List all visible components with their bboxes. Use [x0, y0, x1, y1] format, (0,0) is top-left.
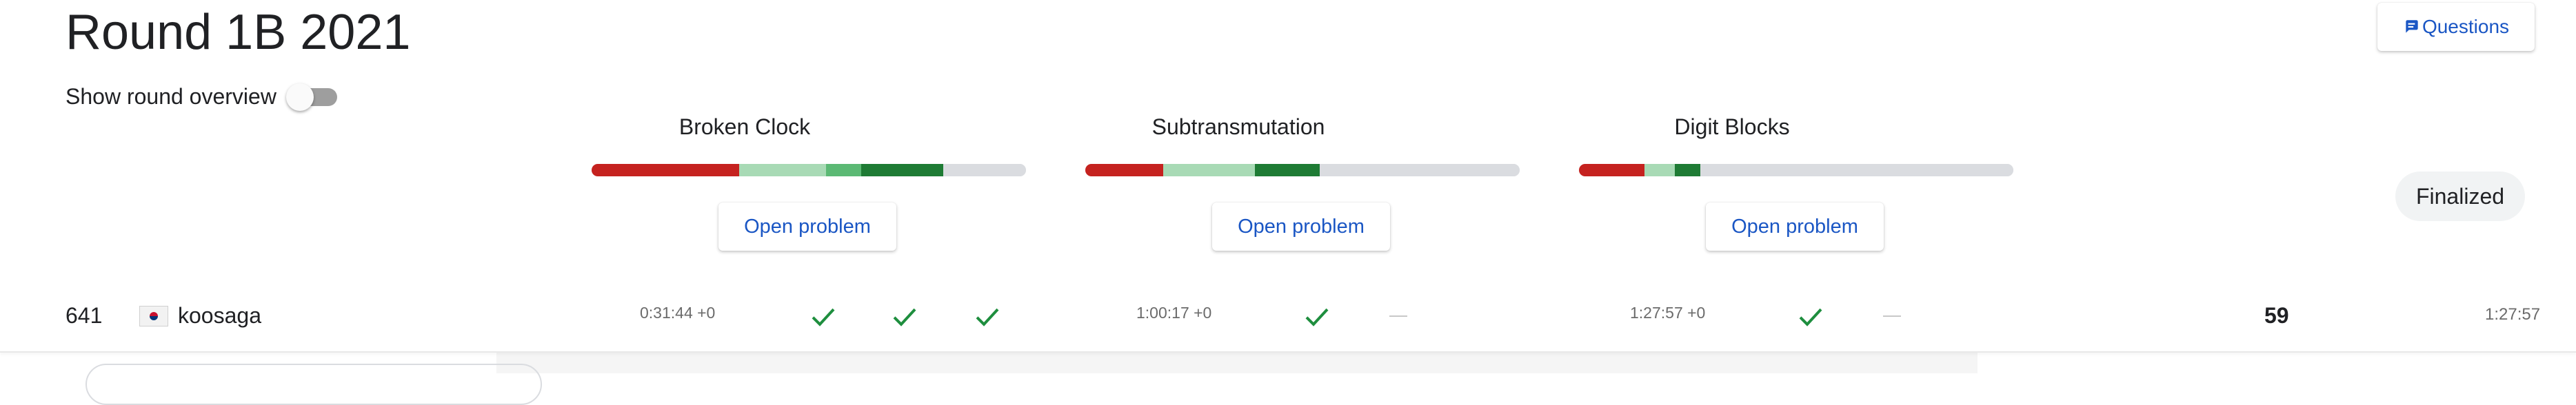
rank: 641 [66, 303, 103, 328]
stats-bar-segment [861, 164, 944, 176]
round-overview-label: Show round overview [66, 83, 276, 109]
stats-bar-segment [826, 164, 861, 176]
page-title: Round 1B 2021 [66, 5, 411, 60]
problem-solve-time: 1:00:17 +0 [1136, 304, 1212, 322]
round-overview-toggle-row: Show round overview [66, 81, 341, 112]
checkmark-icon [1799, 308, 1822, 326]
problem-solve-time: 1:27:57 +0 [1630, 304, 1706, 322]
checkmark-icon [812, 308, 835, 326]
stats-bar-segment [1674, 164, 1701, 176]
username[interactable]: koosaga [178, 303, 261, 329]
not-attempted-dash [1883, 315, 1901, 317]
status-badge: Finalized [2395, 172, 2525, 221]
checkmark-icon [1305, 308, 1329, 326]
checkmark-icon [893, 308, 916, 326]
problem-column: Broken Clock Open problem 0:31:44 +0 [496, 0, 1026, 373]
problem-stats-bar [1085, 164, 1520, 176]
stats-bar-segment [1085, 164, 1164, 176]
stats-bar-segment [1163, 164, 1255, 176]
stats-bar-segment [592, 164, 740, 176]
total-penalty-time: 1:27:57 [2485, 305, 2541, 324]
problem-name: Broken Clock [678, 114, 811, 139]
column-shade [496, 353, 990, 373]
south-korea-flag-icon [139, 306, 168, 326]
open-problem-button[interactable]: Open problem [718, 202, 896, 251]
round-overview-toggle[interactable] [285, 81, 341, 112]
column-shade [990, 353, 1484, 373]
row-divider [0, 351, 2576, 353]
toggle-thumb[interactable] [285, 83, 314, 111]
problem-column: Digit Blocks Open problem 1:27:57 +0 [1484, 0, 2013, 373]
problem-column: Subtransmutation Open problem 1:00:17 +0 [990, 0, 1520, 373]
search-input-outline[interactable] [85, 364, 542, 405]
open-problem-button[interactable]: Open problem [1212, 202, 1390, 251]
problem-name: Subtransmutation [1151, 114, 1325, 139]
questions-button[interactable]: Questions [2377, 3, 2535, 51]
stats-bar-segment [1644, 164, 1675, 176]
stats-bar-segment [739, 164, 827, 176]
problem-stats-bar [592, 164, 1026, 176]
open-problem-button[interactable]: Open problem [1706, 202, 1884, 251]
stats-bar-segment [1254, 164, 1320, 176]
problem-solve-time: 0:31:44 +0 [640, 304, 716, 322]
not-attempted-dash [1389, 315, 1407, 317]
total-score: 59 [2264, 303, 2289, 328]
column-shade [1484, 353, 1978, 373]
stats-bar-segment [1579, 164, 1644, 176]
problem-name: Digit Blocks [1674, 114, 1790, 139]
problem-stats-bar [1579, 164, 2013, 176]
comment-icon [2406, 20, 2418, 33]
questions-label: Questions [2422, 16, 2510, 37]
stats-bar-segment [1700, 164, 2013, 176]
